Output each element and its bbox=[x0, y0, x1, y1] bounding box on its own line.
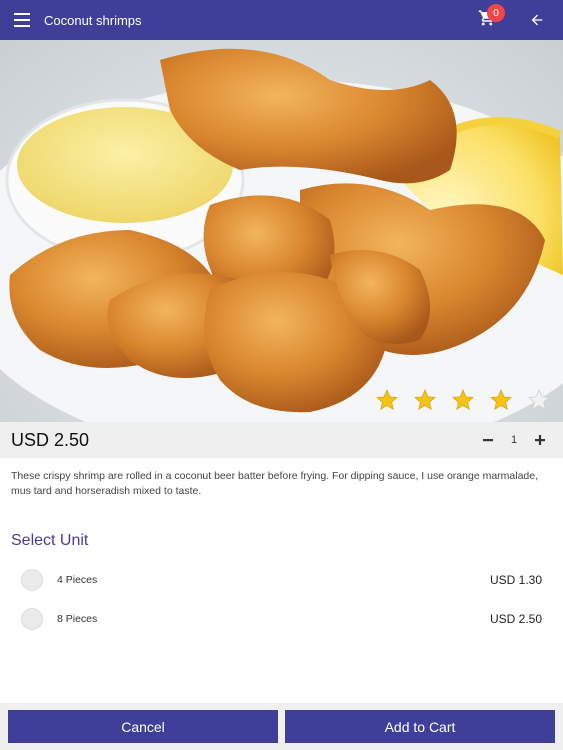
minus-icon bbox=[483, 439, 493, 442]
unit-radio[interactable] bbox=[21, 569, 43, 591]
price-bar: USD 2.50 1 bbox=[0, 422, 563, 458]
unit-option[interactable]: 4 Pieces USD 1.30 bbox=[21, 567, 542, 593]
app-bar: Coconut shrimps 0 bbox=[0, 0, 563, 40]
decrease-quantity-button[interactable] bbox=[475, 427, 501, 453]
rating-stars bbox=[375, 388, 551, 412]
select-unit-title: Select Unit bbox=[11, 532, 89, 549]
increase-quantity-button[interactable] bbox=[527, 427, 553, 453]
cart-button[interactable]: 0 bbox=[467, 0, 507, 40]
hamburger-menu-icon[interactable] bbox=[0, 0, 44, 40]
product-image bbox=[0, 40, 563, 422]
page-title: Coconut shrimps bbox=[44, 12, 142, 28]
arrow-back-icon[interactable] bbox=[517, 0, 557, 40]
action-bar: Cancel Add to Cart bbox=[0, 703, 563, 750]
plus-icon bbox=[535, 435, 545, 445]
cart-count-badge: 0 bbox=[487, 4, 505, 22]
quantity-stepper: 1 bbox=[475, 427, 553, 453]
unit-option[interactable]: 8 Pieces USD 2.50 bbox=[21, 606, 542, 632]
unit-radio[interactable] bbox=[21, 608, 43, 630]
star-filled-icon[interactable] bbox=[375, 388, 399, 412]
product-description: These crispy shrimp are rolled in a coco… bbox=[11, 470, 539, 497]
product-price: USD 2.50 bbox=[11, 429, 90, 450]
unit-name: 8 Pieces bbox=[57, 613, 98, 625]
star-filled-icon[interactable] bbox=[413, 388, 437, 412]
star-filled-icon[interactable] bbox=[451, 388, 475, 412]
star-filled-icon[interactable] bbox=[489, 388, 513, 412]
cancel-button[interactable]: Cancel bbox=[8, 710, 278, 743]
product-image-illustration bbox=[0, 48, 563, 422]
quantity-value: 1 bbox=[510, 434, 518, 446]
star-empty-icon[interactable] bbox=[527, 388, 551, 412]
unit-price: USD 1.30 bbox=[489, 573, 542, 587]
unit-name: 4 Pieces bbox=[57, 574, 98, 586]
add-to-cart-button[interactable]: Add to Cart bbox=[285, 710, 555, 743]
unit-price: USD 2.50 bbox=[489, 612, 542, 626]
